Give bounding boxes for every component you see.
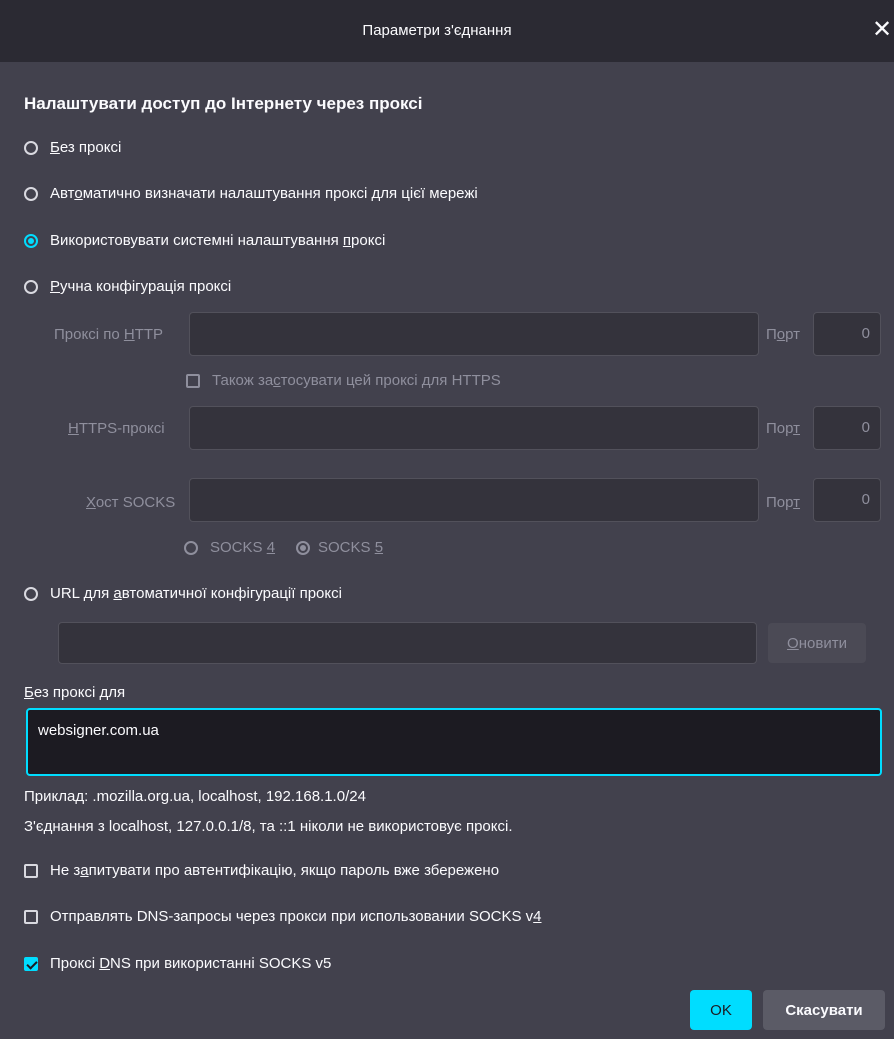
http-port-input[interactable]: 0	[813, 312, 881, 356]
checkbox-icon[interactable]	[24, 909, 38, 924]
socks-port-label: Порт	[766, 494, 801, 511]
radio-label: URL для автоматичної конфігурації проксі	[50, 585, 342, 602]
also-https-label: Також застосувати цей проксі для HTTPS	[212, 372, 501, 389]
dialog-titlebar: Параметри з'єднання ✕	[0, 0, 894, 62]
no-proxy-example: Приклад: .mozilla.org.ua, localhost, 192…	[24, 788, 366, 805]
https-proxy-input[interactable]	[189, 406, 759, 450]
radio-icon[interactable]	[24, 279, 38, 294]
radio-label: Використовувати системні налаштування пр…	[50, 232, 386, 249]
dns-socks4-checkbox[interactable]: Отправлять DNS-запросы через прокси при …	[24, 908, 542, 925]
dns-socks5-label: Проксі DNS при використанні SOCKS v5	[50, 955, 332, 972]
checkbox-icon[interactable]	[24, 956, 38, 971]
socks5-label: SOCKS 5	[318, 539, 384, 556]
autoconfig-url-input[interactable]	[58, 622, 757, 664]
radio-system-proxy[interactable]: Використовувати системні налаштування пр…	[24, 232, 385, 249]
socks4-label: SOCKS 4	[210, 539, 276, 556]
https-port-input[interactable]: 0	[813, 406, 881, 450]
checkbox-icon[interactable]	[24, 863, 38, 878]
radio-icon[interactable]	[296, 540, 310, 555]
radio-manual-proxy[interactable]: Ручна конфігурація проксі	[24, 278, 231, 295]
radio-socks5[interactable]: SOCKS 5	[296, 539, 383, 556]
radio-socks4[interactable]: SOCKS 4	[184, 539, 275, 556]
cancel-button[interactable]: Скасувати	[763, 990, 885, 1030]
proxy-heading: Налаштувати доступ до Інтернету через пр…	[24, 94, 423, 113]
radio-autoconfig-url[interactable]: URL для автоматичної конфігурації проксі	[24, 585, 342, 602]
radio-icon[interactable]	[24, 186, 38, 201]
https-port-label: Порт	[766, 420, 801, 437]
radio-icon[interactable]	[24, 140, 38, 155]
radio-label: Автоматично визначати налаштування прокс…	[50, 185, 478, 202]
localhost-note: З'єднання з localhost, 127.0.0.1/8, та :…	[24, 818, 513, 835]
http-proxy-input[interactable]	[189, 312, 759, 356]
checkbox-icon[interactable]	[186, 373, 200, 388]
no-auth-label: Не запитувати про автентифікацію, якщо п…	[50, 862, 500, 879]
refresh-button[interactable]: Оновити	[768, 623, 866, 663]
socks-host-input[interactable]	[189, 478, 759, 522]
no-proxy-textarea[interactable]: websigner.com.ua	[26, 708, 882, 776]
ok-button[interactable]: OK	[690, 990, 752, 1030]
no-auth-prompt-checkbox[interactable]: Не запитувати про автентифікацію, якщо п…	[24, 862, 499, 879]
radio-no-proxy[interactable]: Без проксі	[24, 139, 121, 156]
http-port-label: Порт	[766, 326, 801, 343]
close-icon[interactable]: ✕	[872, 18, 892, 42]
socks-host-label: Хост SOCKS	[86, 494, 176, 511]
http-proxy-label: Проксі по НTTP	[54, 326, 164, 343]
also-https-checkbox[interactable]: Також застосувати цей проксі для HTTPS	[186, 372, 501, 389]
radio-auto-detect[interactable]: Автоматично визначати налаштування прокс…	[24, 185, 478, 202]
dialog-title: Параметри з'єднання	[362, 22, 512, 39]
no-proxy-label: Без проксі для	[24, 684, 126, 701]
socks-port-input[interactable]: 0	[813, 478, 881, 522]
radio-label: Без проксі	[50, 139, 122, 156]
https-proxy-label: HTTPS-проксі	[68, 420, 165, 437]
radio-icon[interactable]	[184, 540, 198, 555]
radio-label: Ручна конфігурація проксі	[50, 278, 232, 295]
radio-icon[interactable]	[24, 233, 38, 248]
dns-socks5-checkbox[interactable]: Проксі DNS при використанні SOCKS v5	[24, 955, 331, 972]
dns-socks4-label: Отправлять DNS-запросы через прокси при …	[50, 908, 542, 925]
radio-icon[interactable]	[24, 586, 38, 601]
